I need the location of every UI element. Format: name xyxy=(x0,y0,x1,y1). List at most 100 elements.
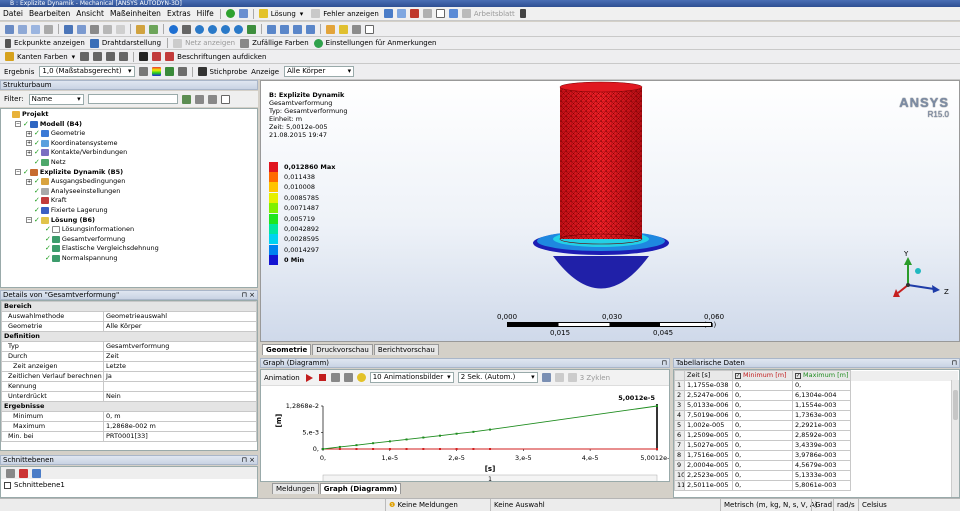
filter-expand-icon[interactable] xyxy=(207,94,217,104)
pan-icon[interactable] xyxy=(182,24,191,34)
table-row[interactable]: 6 1,2509e-005 0, 2,8592e-003 xyxy=(674,430,959,441)
edge-wire-icon[interactable] xyxy=(119,52,129,61)
filter-dropdown[interactable]: Name xyxy=(28,93,84,105)
body-select-icon[interactable] xyxy=(64,24,73,34)
tree-node[interactable]: + ✓ Kontakte/Verbindungen xyxy=(26,148,127,157)
tree-node[interactable]: ✓ Fixierte Lagerung xyxy=(26,206,108,215)
tab-graph[interactable]: Graph (Diagramm) xyxy=(319,483,402,494)
details-row[interactable]: Typ Gesamtverformung xyxy=(1,341,257,352)
zoom-to-fit-icon[interactable] xyxy=(234,24,243,34)
render-icon[interactable] xyxy=(138,67,148,76)
scrollbar-thumb[interactable] xyxy=(953,390,958,420)
details-value[interactable]: 0, m xyxy=(103,411,257,422)
table-row[interactable]: 5 1,002e-005 0, 2,2921e-003 xyxy=(674,420,959,431)
edge-coloring-button[interactable]: Kanten Farben xyxy=(17,53,68,61)
details-value[interactable]: Ja xyxy=(103,371,257,382)
tree-node[interactable]: ✓ Lösungsinformationen xyxy=(37,225,134,234)
pin-icon[interactable]: ⊓ xyxy=(242,456,247,464)
element-select-icon[interactable] xyxy=(90,24,99,34)
status-degree[interactable]: Grad xyxy=(811,499,832,511)
solve-button[interactable]: Lösung xyxy=(271,10,296,18)
label-thicken-button[interactable]: Beschriftungen aufdicken xyxy=(177,53,266,61)
wireframe-button[interactable]: Drahtdarstellung xyxy=(102,39,161,47)
model-icon[interactable] xyxy=(136,24,145,34)
question-icon[interactable] xyxy=(311,9,321,18)
tab-geometrie[interactable]: Geometrie xyxy=(262,344,312,355)
tree-node[interactable]: ✓ Netz xyxy=(26,158,66,167)
table-row[interactable]: 10 2,2523e-005 0, 5,1333e-003 xyxy=(674,470,959,481)
section-plane-row[interactable]: Schnittebene1 xyxy=(1,479,257,491)
details-row[interactable]: Auswahlmethode Geometrieauswahl xyxy=(1,311,257,322)
tree-node[interactable]: + ✓ Koordinatensysteme xyxy=(26,139,118,148)
fit-icon[interactable] xyxy=(221,24,230,34)
contour-icon[interactable] xyxy=(151,67,161,76)
column-header-minimum[interactable]: ✓ Minimum [m] xyxy=(732,370,793,381)
status-messages[interactable]: ❶ Keine Meldungen xyxy=(385,499,458,511)
details-value[interactable]: Alle Körper xyxy=(103,321,257,332)
tabular-scrollbar[interactable] xyxy=(951,380,959,497)
view-icon[interactable] xyxy=(306,24,315,34)
table-row[interactable]: 1 1,1755e-038 0, 0, xyxy=(674,380,959,391)
filter-refresh-icon[interactable] xyxy=(181,94,191,104)
details-value[interactable]: Letzte xyxy=(103,361,257,372)
status-rads[interactable]: rad/s xyxy=(833,499,855,511)
box-select-icon[interactable] xyxy=(326,24,335,34)
close-icon[interactable]: × xyxy=(249,456,255,464)
table-row[interactable]: 3 5,0133e-006 0, 1,1554e-003 xyxy=(674,400,959,411)
close-icon[interactable]: × xyxy=(249,291,255,299)
details-value[interactable]: Gesamtverformung xyxy=(103,341,257,352)
report-icon[interactable] xyxy=(409,9,419,18)
scale-dropdown[interactable]: 1,0 (Maßstabsgerecht) xyxy=(39,66,135,77)
details-row[interactable]: Geometrie Alle Körper xyxy=(1,321,257,332)
section-plane-checkbox[interactable] xyxy=(4,481,11,489)
previous-view-icon[interactable] xyxy=(267,24,276,34)
frames-alt-icon[interactable] xyxy=(343,373,353,382)
select-icon[interactable] xyxy=(5,24,14,34)
details-value[interactable]: 1,2868e-002 m xyxy=(103,421,257,432)
ruler-icon[interactable] xyxy=(352,24,361,34)
expand-toggle-icon[interactable]: + xyxy=(26,140,32,147)
filter-input[interactable] xyxy=(87,94,178,104)
play-icon[interactable] xyxy=(305,373,313,382)
frames-icon[interactable] xyxy=(330,373,340,382)
tree-node[interactable]: Projekt xyxy=(4,110,49,119)
plus-icon[interactable] xyxy=(238,9,248,18)
display-dropdown[interactable]: Alle Körper xyxy=(284,66,355,77)
show-errors-button[interactable]: Fehler anzeigen xyxy=(323,10,379,18)
random-colors-button[interactable]: Zufällige Farben xyxy=(252,39,309,47)
stop-icon[interactable] xyxy=(318,374,326,381)
details-row[interactable]: Minimum 0, m xyxy=(1,411,257,422)
image-export-icon[interactable] xyxy=(448,9,458,18)
details-value[interactable]: PRT0001[33] xyxy=(103,431,257,442)
graphics-viewport[interactable]: B: Explizite Dynamik Gesamtverformung Ty… xyxy=(260,80,960,342)
details-group-row[interactable]: Definition xyxy=(1,331,257,342)
pin-icon[interactable]: ⊓ xyxy=(662,359,667,367)
edge-select-icon[interactable] xyxy=(31,24,40,34)
table-row[interactable]: 2 2,5247e-006 0, 6,1304e-004 xyxy=(674,390,959,401)
expand-toggle-icon[interactable]: − xyxy=(15,121,21,128)
blank-icon[interactable] xyxy=(365,24,374,34)
chart-icon[interactable] xyxy=(383,9,393,18)
filter-clear-icon[interactable] xyxy=(194,94,204,104)
table-row[interactable]: 7 1,5027e-005 0, 3,4339e-003 xyxy=(674,440,959,451)
table-icon[interactable] xyxy=(396,9,406,18)
edge-thin-icon[interactable] xyxy=(93,52,103,61)
magnifier-icon[interactable] xyxy=(247,24,256,34)
table-row[interactable]: 11 2,5011e-005 0, 5,8061e-003 xyxy=(674,480,959,491)
text-icon[interactable] xyxy=(435,9,445,18)
coordinate-icon[interactable] xyxy=(149,24,158,34)
details-row[interactable]: Zeit anzeigen Letzte xyxy=(1,361,257,372)
expand-toggle-icon[interactable]: + xyxy=(26,130,32,137)
column-header[interactable]: Zeit [s] xyxy=(684,370,733,381)
annotation-settings-button[interactable]: Einstellungen für Anmerkungen xyxy=(326,39,437,47)
axis-triad[interactable]: Y Z xyxy=(886,249,956,309)
lightning-icon[interactable] xyxy=(258,9,268,18)
show-vertices-button[interactable]: Eckpunkte anzeigen xyxy=(14,39,85,47)
grow-icon[interactable] xyxy=(116,24,125,34)
menu-extras[interactable]: Extras xyxy=(164,7,194,21)
details-row[interactable]: Unterdrückt Nein xyxy=(1,391,257,402)
new-plane-icon[interactable] xyxy=(6,468,15,478)
tree-node[interactable]: − ✓ Explizite Dynamik (B5) xyxy=(15,168,123,177)
details-value[interactable]: Zeit xyxy=(103,351,257,362)
column-header-maximum[interactable]: ✓ Maximum [m] xyxy=(792,370,851,381)
